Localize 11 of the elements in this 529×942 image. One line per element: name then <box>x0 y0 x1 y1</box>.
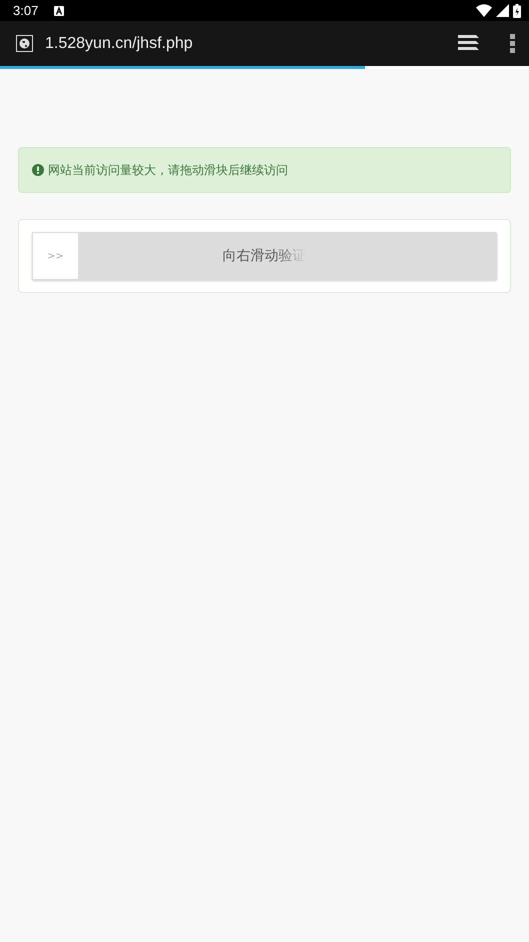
alert-text: 网站当前访问量较大，请拖动滑块后继续访问 <box>48 162 288 179</box>
exclamation-icon <box>32 164 44 176</box>
wifi-icon <box>476 4 492 17</box>
signal-icon <box>496 4 509 17</box>
battery-icon <box>513 4 521 18</box>
url-text[interactable]: 1.528yun.cn/jhsf.php <box>45 32 193 56</box>
clock-time: 3:07 <box>13 2 38 20</box>
tabs-icon[interactable] <box>458 35 480 52</box>
menu-icon[interactable] <box>510 34 515 53</box>
notification-icon <box>54 6 64 16</box>
globe-icon <box>16 35 33 52</box>
